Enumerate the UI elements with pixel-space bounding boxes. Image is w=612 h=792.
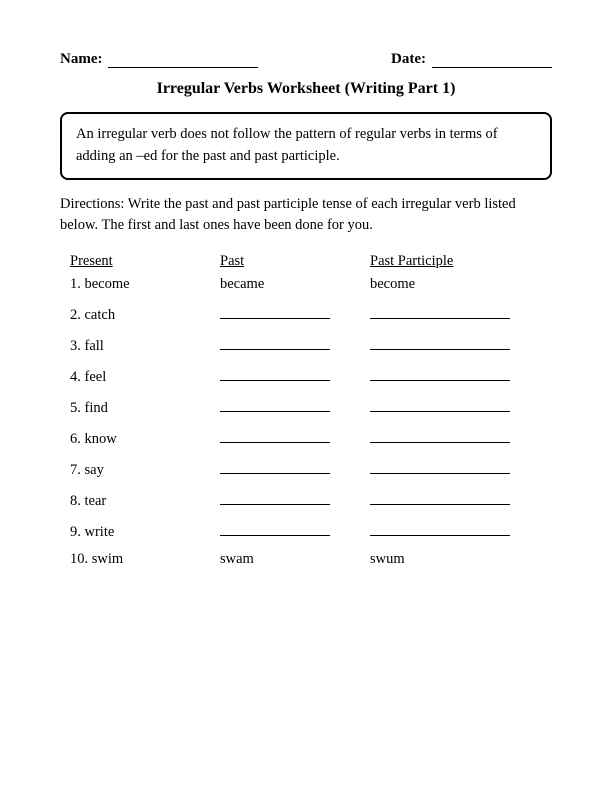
verb-list: 1. becomebecamebecome 2. catch 3. fall 4. f… <box>60 276 552 568</box>
date-label: Date: <box>391 51 426 68</box>
table-row: 6. know <box>60 427 552 448</box>
verb-participle[interactable] <box>370 303 550 324</box>
past-blank-line[interactable] <box>220 458 330 474</box>
verb-present: 4. feel <box>70 369 220 386</box>
table-row: 9. write <box>60 520 552 541</box>
table-row: 8. tear <box>60 489 552 510</box>
participle-blank-line[interactable] <box>370 458 510 474</box>
verb-participle[interactable] <box>370 520 550 541</box>
participle-blank-line[interactable] <box>370 520 510 536</box>
table-row: 7. say <box>60 458 552 479</box>
verb-present: 1. become <box>70 276 220 293</box>
verb-past[interactable] <box>220 303 370 324</box>
table-row: 5. find <box>60 396 552 417</box>
definition-text: An irregular verb does not follow the pa… <box>76 126 498 164</box>
verb-present: 6. know <box>70 431 220 448</box>
verb-participle: become <box>370 276 550 293</box>
col-header-past: Past <box>220 253 370 270</box>
columns-header: Present Past Past Participle <box>60 253 552 270</box>
verb-past: became <box>220 276 370 293</box>
participle-blank-line[interactable] <box>370 489 510 505</box>
verb-participle: swum <box>370 551 550 568</box>
verb-participle[interactable] <box>370 427 550 448</box>
verb-participle[interactable] <box>370 458 550 479</box>
past-blank-line[interactable] <box>220 489 330 505</box>
verb-past[interactable] <box>220 489 370 510</box>
verb-past[interactable] <box>220 458 370 479</box>
verb-present: 9. write <box>70 524 220 541</box>
table-row: 1. becomebecamebecome <box>60 276 552 293</box>
verb-past[interactable] <box>220 365 370 386</box>
verb-present: 8. tear <box>70 493 220 510</box>
past-blank-line[interactable] <box>220 520 330 536</box>
past-blank-line[interactable] <box>220 303 330 319</box>
past-blank-line[interactable] <box>220 365 330 381</box>
name-field[interactable] <box>108 50 258 68</box>
table-row: 10. swimswamswum <box>60 551 552 568</box>
col-header-present: Present <box>70 253 220 270</box>
participle-blank-line[interactable] <box>370 396 510 412</box>
participle-blank-line[interactable] <box>370 303 510 319</box>
table-row: 2. catch <box>60 303 552 324</box>
table-row: 4. feel <box>60 365 552 386</box>
participle-blank-line[interactable] <box>370 334 510 350</box>
verb-past[interactable] <box>220 427 370 448</box>
past-blank-line[interactable] <box>220 334 330 350</box>
verb-present: 2. catch <box>70 307 220 324</box>
past-blank-line[interactable] <box>220 427 330 443</box>
verb-past[interactable] <box>220 520 370 541</box>
verb-participle[interactable] <box>370 489 550 510</box>
verb-participle[interactable] <box>370 396 550 417</box>
past-blank-line[interactable] <box>220 396 330 412</box>
col-header-participle: Past Participle <box>370 253 550 270</box>
verb-past[interactable] <box>220 396 370 417</box>
date-field[interactable] <box>432 50 552 68</box>
verb-present: 10. swim <box>70 551 220 568</box>
verb-present: 5. find <box>70 400 220 417</box>
verb-past[interactable] <box>220 334 370 355</box>
directions-text: Directions: Write the past and past part… <box>60 194 552 238</box>
verb-past: swam <box>220 551 370 568</box>
name-label: Name: <box>60 51 102 68</box>
verb-participle[interactable] <box>370 334 550 355</box>
table-row: 3. fall <box>60 334 552 355</box>
name-section: Name: <box>60 50 258 68</box>
page-title: Irregular Verbs Worksheet (Writing Part … <box>60 80 552 98</box>
date-section: Date: <box>391 50 552 68</box>
participle-blank-line[interactable] <box>370 365 510 381</box>
definition-box: An irregular verb does not follow the pa… <box>60 112 552 180</box>
verb-present: 3. fall <box>70 338 220 355</box>
participle-blank-line[interactable] <box>370 427 510 443</box>
verb-participle[interactable] <box>370 365 550 386</box>
header: Name: Date: <box>60 50 552 68</box>
verb-present: 7. say <box>70 462 220 479</box>
